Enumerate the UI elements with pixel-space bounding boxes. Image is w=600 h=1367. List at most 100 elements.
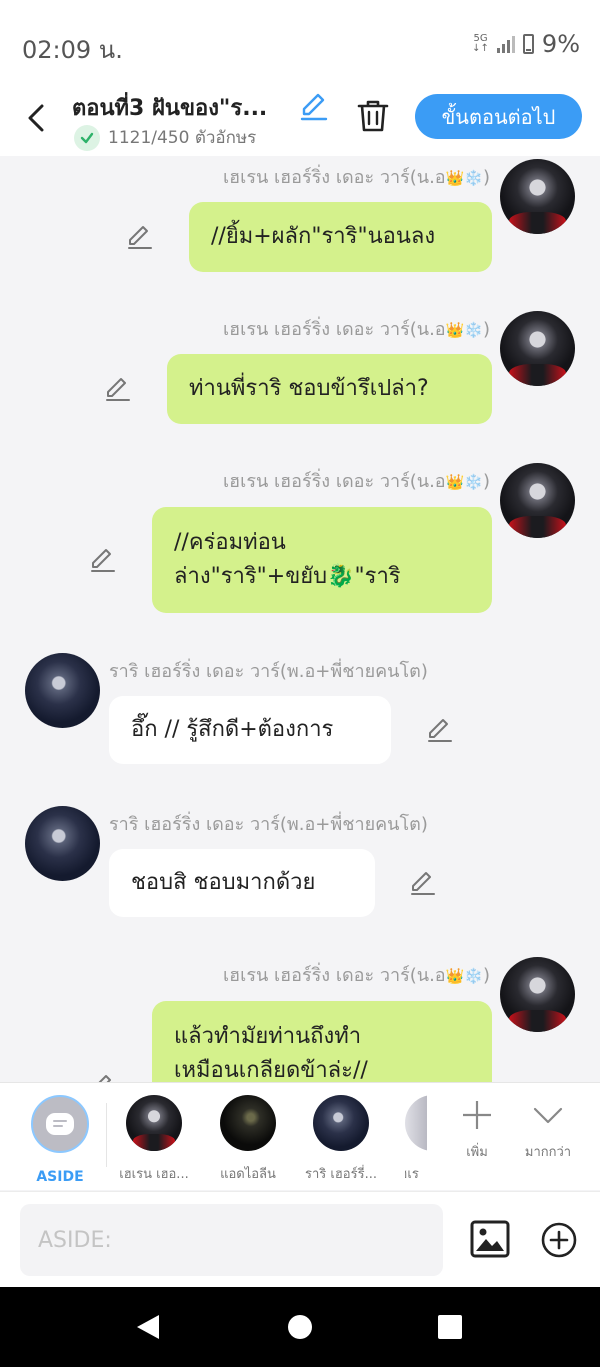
network-activity-icon: ↓↑ xyxy=(472,43,489,54)
network-indicator: 5G ↓↑ xyxy=(472,34,489,54)
message-bubble[interactable]: //คร่อมท่อน ล่าง"ราริ"+ขยับ🐉"ราริ xyxy=(152,507,492,613)
character-name-emoji: 👑❄️ xyxy=(445,321,483,339)
character-name-suffix: ) xyxy=(482,471,490,492)
message-text: ชอบสิ ชอบมากด้วย xyxy=(131,870,316,895)
message-text: เหมือนเกลียดข้าล่ะ// xyxy=(174,1058,368,1082)
partial-avatar xyxy=(405,1095,427,1151)
heren-avatar[interactable] xyxy=(500,159,575,234)
status-indicators: 5G ↓↑ 9% xyxy=(472,30,580,58)
character-name-emoji: 👑❄️ xyxy=(445,169,483,187)
heren-avatar[interactable] xyxy=(500,463,575,538)
pencil-icon xyxy=(300,93,328,121)
rari-avatar xyxy=(313,1095,369,1151)
more-label: มากกว่า xyxy=(524,1145,572,1160)
signal-icon xyxy=(496,35,515,53)
message-character-name: ราริ เฮอร์ริ่ง เดอะ วาร์(พ.อ+พี่ชายคนโต) xyxy=(109,661,428,682)
nav-home-button[interactable] xyxy=(284,1311,316,1343)
header: ตอนที่3 ฝันของ"ร... 1121/450 ตัวอักษร ขั… xyxy=(0,84,600,156)
message-bubble[interactable]: อึ๊ก // รู้สึกดี+ต้องการ xyxy=(109,696,391,764)
add-character-button[interactable]: เพิ่ม xyxy=(447,1099,507,1162)
nav-back-button[interactable] xyxy=(133,1311,165,1343)
plus-icon xyxy=(463,1101,491,1129)
message-text: อึ๊ก // รู้สึกดี+ต้องการ xyxy=(131,717,334,742)
episode-title[interactable]: ตอนที่3 ฝันของ"ร... xyxy=(72,90,267,125)
character-name-suffix: ) xyxy=(482,319,490,340)
heren-avatar[interactable] xyxy=(500,957,575,1032)
character-label: เฮเรน เฮอ... xyxy=(119,1167,189,1182)
character-label: เฮเร xyxy=(405,1167,419,1182)
character-partial[interactable]: เฮเร xyxy=(405,1095,427,1189)
character-label: ASIDE xyxy=(36,1169,84,1185)
character-label: แอดไอลีน xyxy=(220,1167,276,1182)
battery-icon xyxy=(522,34,534,54)
character-admin[interactable]: แอดไอลีน xyxy=(220,1095,276,1182)
character-label: ราริ เฮอร์รี่... xyxy=(305,1167,377,1182)
circle-home-icon xyxy=(288,1315,312,1339)
delete-button[interactable] xyxy=(356,98,390,134)
character-rari[interactable]: ราริ เฮอร์รี่... xyxy=(305,1095,377,1182)
status-bar: 02:09 น. 5G ↓↑ 9% xyxy=(0,0,600,84)
character-name-text: เฮเรน เฮอร์ริ่ง เดอะ วาร์(น.อ xyxy=(223,319,446,340)
message-character-name: เฮเรน เฮอร์ริ่ง เดอะ วาร์(น.อ👑❄️) xyxy=(223,960,490,989)
edit-message-icon[interactable] xyxy=(89,1072,117,1082)
chevron-left-icon xyxy=(28,104,44,132)
character-name-emoji: 👑❄️ xyxy=(445,473,483,491)
input-bar xyxy=(0,1191,600,1287)
system-nav-bar xyxy=(0,1287,600,1367)
message-bubble[interactable]: ท่านพี่ราริ ชอบข้ารึเปล่า? xyxy=(167,354,492,424)
character-name-text: เฮเรน เฮอร์ริ่ง เดอะ วาร์(น.อ xyxy=(223,471,446,492)
message-bubble[interactable]: //ยิ้ม+ผลัก"ราริ"นอนลง xyxy=(189,202,492,272)
character-count-text: 1121/450 ตัวอักษร xyxy=(108,128,257,148)
heren-avatar[interactable] xyxy=(500,311,575,386)
message-text: ล่าง"ราริ"+ขยับ🐉"ราริ xyxy=(174,564,401,589)
next-step-button[interactable]: ขั้นตอนต่อไป xyxy=(415,94,582,139)
more-button[interactable]: มากกว่า xyxy=(518,1099,578,1162)
admin-avatar xyxy=(220,1095,276,1151)
message-text: ท่านพี่ราริ ชอบข้ารึเปล่า? xyxy=(189,376,429,401)
aside-icon xyxy=(31,1095,89,1153)
battery-level: 9% xyxy=(541,30,580,58)
square-recents-icon xyxy=(438,1315,462,1339)
chevron-down-icon xyxy=(533,1107,563,1124)
add-content-button[interactable] xyxy=(540,1221,578,1259)
character-name-text: เฮเรน เฮอร์ริ่ง เดอะ วาร์(น.อ xyxy=(223,965,446,986)
edit-title-button[interactable] xyxy=(298,90,330,122)
character-name-suffix: ) xyxy=(482,965,490,986)
status-time: 02:09 น. xyxy=(22,36,123,64)
character-name-suffix: ) xyxy=(482,167,490,188)
edit-message-icon[interactable] xyxy=(426,716,454,744)
add-label: เพิ่ม xyxy=(466,1145,488,1160)
message-input[interactable] xyxy=(20,1204,443,1276)
back-button[interactable] xyxy=(22,100,52,136)
message-text: แล้วทำมัยท่านถึงทำ xyxy=(174,1024,362,1049)
character-name-text: เฮเรน เฮอร์ริ่ง เดอะ วาร์(น.อ xyxy=(223,167,446,188)
edit-message-icon[interactable] xyxy=(126,223,154,251)
message-bubble[interactable]: ชอบสิ ชอบมากด้วย xyxy=(109,849,375,917)
message-bubble[interactable]: แล้วทำมัยท่านถึงทำ เหมือนเกลียดข้าล่ะ// xyxy=(152,1001,492,1082)
message-character-name: เฮเรน เฮอร์ริ่ง เดอะ วาร์(น.อ👑❄️) xyxy=(223,466,490,495)
message-character-name: เฮเรน เฮอร์ริ่ง เดอะ วาร์(น.อ👑❄️) xyxy=(223,162,490,191)
nav-recents-button[interactable] xyxy=(434,1311,466,1343)
edit-message-icon[interactable] xyxy=(409,869,437,897)
plus-circle-icon xyxy=(541,1222,577,1258)
message-character-name: ราริ เฮอร์ริ่ง เดอะ วาร์(พ.อ+พี่ชายคนโต) xyxy=(109,814,428,835)
edit-message-icon[interactable] xyxy=(89,546,117,574)
character-selector: ASIDE เฮเรน เฮอ... แอดไอลีน ราริ เฮอร์รี… xyxy=(0,1082,600,1190)
character-counter: 1121/450 ตัวอักษร xyxy=(74,124,256,151)
character-name-emoji: 👑❄️ xyxy=(445,967,483,985)
character-heren[interactable]: เฮเรน เฮอ... xyxy=(119,1095,189,1182)
message-character-name: เฮเรน เฮอร์ริ่ง เดอะ วาร์(น.อ👑❄️) xyxy=(223,314,490,343)
check-icon xyxy=(74,124,100,151)
triangle-back-icon xyxy=(137,1315,159,1339)
edit-message-icon[interactable] xyxy=(104,375,132,403)
rari-avatar[interactable] xyxy=(25,806,100,881)
divider xyxy=(106,1103,107,1167)
chat-area[interactable]: เฮเรน เฮอร์ริ่ง เดอะ วาร์(น.อ👑❄️) //ยิ้ม… xyxy=(0,156,600,1082)
message-text: //คร่อมท่อน xyxy=(174,530,286,555)
message-text: //ยิ้ม+ผลัก"ราริ"นอนลง xyxy=(211,224,436,249)
heren-avatar xyxy=(126,1095,182,1151)
character-aside[interactable]: ASIDE xyxy=(31,1095,89,1185)
insert-image-button[interactable] xyxy=(470,1220,510,1258)
rari-avatar[interactable] xyxy=(25,653,100,728)
image-icon xyxy=(470,1220,510,1258)
